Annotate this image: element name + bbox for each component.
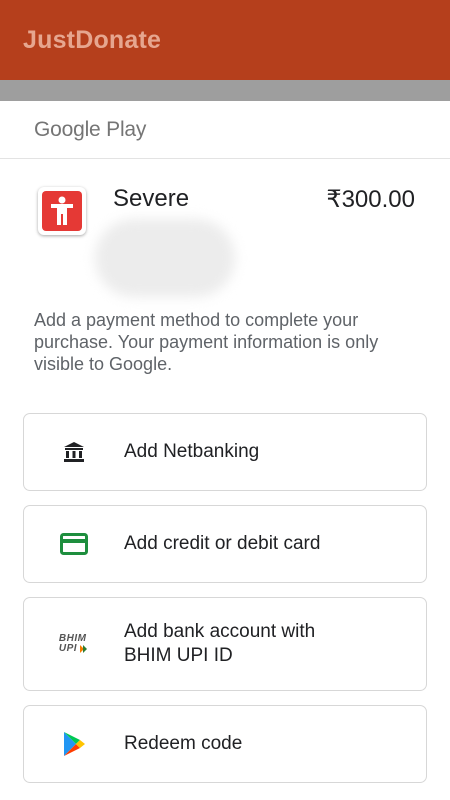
option-label: Add Netbanking — [124, 441, 260, 462]
payment-options: Add Netbanking Add credit or debit card … — [23, 413, 427, 797]
bank-icon — [24, 440, 124, 464]
product-title: Severe — [113, 185, 190, 212]
redacted-area — [95, 219, 235, 297]
info-text: Add a payment method to complete your pu… — [34, 310, 379, 374]
sheet-header: Google Play — [0, 101, 450, 159]
google-play-icon — [24, 731, 124, 757]
option-label: Redeem code — [124, 733, 243, 754]
option-label-line2: BHIM UPI ID — [124, 645, 233, 666]
option-label-line1: Add bank account with — [124, 621, 316, 642]
google-play-logo: Google Play — [34, 117, 147, 141]
bhim-upi-icon: BHIM UPI — [58, 633, 88, 654]
product-summary: Severe ₹300.00 — [0, 159, 450, 309]
option-label: Add credit or debit card — [124, 533, 321, 554]
payment-sheet: Google Play Severe ₹300.00 Add a payment… — [0, 101, 450, 800]
credit-card-icon — [24, 533, 124, 555]
scrim — [0, 80, 450, 101]
app-bar: JustDonate — [0, 0, 450, 80]
add-netbanking-option[interactable]: Add Netbanking — [23, 413, 427, 491]
redeem-code-option[interactable]: Redeem code — [23, 705, 427, 783]
app-icon — [38, 187, 86, 235]
app-title: JustDonate — [23, 25, 162, 54]
add-upi-option[interactable]: BHIM UPI Add bank account with BHIM UPI … — [23, 597, 427, 691]
product-price: ₹300.00 — [326, 186, 415, 213]
add-card-option[interactable]: Add credit or debit card — [23, 505, 427, 583]
person-icon — [51, 196, 73, 225]
